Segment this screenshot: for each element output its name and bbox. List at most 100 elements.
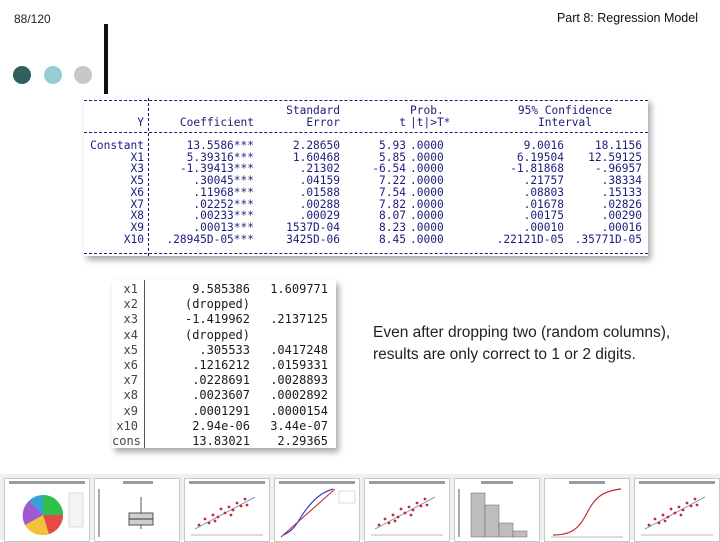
regression-cell-t: 5.93 — [379, 139, 406, 152]
stata-cell-name: x8 — [123, 388, 138, 403]
header1-col2: Standard — [286, 104, 340, 117]
regression-cell-se: .01588 — [299, 185, 340, 199]
scatter-point — [419, 504, 423, 508]
thumbnail-box-plot — [94, 478, 180, 542]
regression-cell-hi: .35771D-05 — [574, 232, 642, 246]
scatter-point — [377, 523, 381, 527]
stata-cell-coef: (dropped) — [184, 327, 250, 342]
header2-col1: Coefficient — [179, 116, 254, 129]
scatter-point — [423, 497, 427, 501]
stata-table: x1 9.585386 1.609771 x2 (dropped) x3 -1.419962… — [112, 280, 336, 448]
scatter-point — [216, 515, 220, 519]
scatter-point — [407, 505, 411, 509]
stata-cell-name: x6 — [123, 358, 138, 372]
table-rule-header — [84, 132, 648, 133]
scatter-point — [229, 513, 233, 517]
stata-cell-coef: 13.83021 — [192, 434, 250, 448]
header-title: Part 8: Regression Model — [556, 11, 698, 25]
decor-dot-gray — [74, 66, 92, 84]
regression-cell-name: X6 — [130, 185, 144, 199]
scatter-point — [243, 497, 247, 501]
stata-cell-coef: (dropped) — [184, 297, 250, 312]
stata-cell-name: x2 — [123, 297, 138, 312]
scatter-thumbnail — [371, 496, 443, 536]
regression-cell-p: .0000 — [410, 174, 444, 188]
thumbnail-histogram — [454, 478, 540, 542]
stata-cell-se: .0002892 — [270, 388, 328, 403]
thumbnail-strip — [0, 474, 720, 542]
thumbnail-title — [123, 481, 153, 484]
thumbnail-title — [279, 481, 355, 484]
scatter-point — [239, 504, 243, 508]
scatter-point — [227, 505, 231, 509]
scatter-thumbnail — [641, 496, 713, 536]
regression-cell-lo: .22121D-05 — [496, 232, 564, 246]
page-number: 88/120 — [14, 12, 51, 26]
thumbnail-title — [639, 481, 715, 484]
regression-cell-t: 8.45 — [379, 232, 406, 246]
stata-cell-se: .2137125 — [270, 312, 328, 327]
stata-cell-name: x10 — [116, 418, 138, 433]
regression-cell-coef: .00013*** — [193, 220, 254, 234]
stata-cell-se: 1.609771 — [270, 282, 328, 296]
stata-cell-coef: -1.419962 — [184, 312, 250, 327]
stata-row: x3 -1.419962 .2137125 — [112, 312, 336, 327]
thumbnail-title — [569, 481, 605, 484]
stata-cell-se: .0417248 — [270, 342, 328, 357]
decor-dot-light — [44, 66, 62, 84]
regression-cell-coef: .30045*** — [193, 174, 254, 188]
scatter-point — [391, 513, 395, 517]
regression-cell-se: .04159 — [299, 174, 340, 188]
scatter-point — [415, 501, 419, 505]
stata-cell-coef: 2.94e-06 — [192, 418, 250, 433]
stata-row: x2 (dropped) — [112, 297, 336, 312]
thumbnail-scatter-2 — [364, 478, 450, 542]
stata-cell-name: x1 — [123, 282, 138, 296]
regression-cell-name: X9 — [130, 220, 144, 234]
stata-row: x7 .0228691 .0028893 — [112, 373, 336, 388]
scatter-point — [411, 508, 415, 512]
scatter-point — [681, 508, 685, 512]
regression-cell-p: .0000 — [410, 232, 444, 246]
regression-table: Standard Prob. 95% Confidence Y Coeffici… — [84, 98, 648, 256]
scatter-point — [677, 505, 681, 509]
thumbnail-curve-plot — [544, 478, 630, 542]
scatter-point — [653, 517, 657, 521]
header2-col3: t — [399, 116, 406, 129]
scatter-point — [661, 513, 665, 517]
scatter-point — [695, 503, 699, 507]
stata-row: x8 .0023607 .0002892 — [112, 388, 336, 403]
stata-row: x9 .0001291 .0000154 — [112, 404, 336, 419]
stata-row: x10 2.94e-06 3.44e-07 — [112, 419, 336, 434]
regression-cell-coef: .11968*** — [193, 185, 254, 199]
scatter-point — [245, 503, 249, 507]
regression-cell-coef: .28945D-05*** — [166, 232, 254, 246]
scatter-point — [235, 501, 239, 505]
scatter-point — [693, 497, 697, 501]
header2-col2: Error — [306, 116, 340, 129]
regression-cell-t: 7.54 — [379, 185, 406, 199]
stata-cell-coef: .0023607 — [192, 388, 250, 403]
stata-cell-coef: 9.585386 — [192, 282, 250, 296]
header2-col0: Y — [137, 116, 144, 129]
regression-cell-name: X5 — [130, 174, 144, 188]
scatter-point — [689, 504, 693, 508]
scatter-thumbnail — [191, 496, 263, 536]
scatter-point — [647, 523, 651, 527]
thumbnail-scatter-3 — [634, 478, 720, 542]
scatter-point — [213, 519, 217, 523]
stata-cell-coef: .305533 — [199, 342, 250, 357]
regression-cell-hi: 18.1156 — [594, 139, 642, 152]
stata-cell-name: x9 — [123, 403, 138, 418]
stata-cell-se: .0159331 — [270, 358, 328, 372]
stata-cell-name: x4 — [123, 327, 138, 342]
scatter-point — [207, 521, 211, 525]
scatter-point — [211, 513, 215, 517]
scatter-point — [387, 521, 391, 525]
pie-chart-thumbnail — [22, 492, 84, 536]
regression-cell-p: .0000 — [410, 220, 444, 234]
regression-cell-coef: 13.5586*** — [186, 139, 254, 152]
scatter-point — [231, 508, 235, 512]
regression-cell-hi: .38334 — [601, 174, 642, 188]
regression-cell-lo: 9.0016 — [523, 139, 564, 152]
